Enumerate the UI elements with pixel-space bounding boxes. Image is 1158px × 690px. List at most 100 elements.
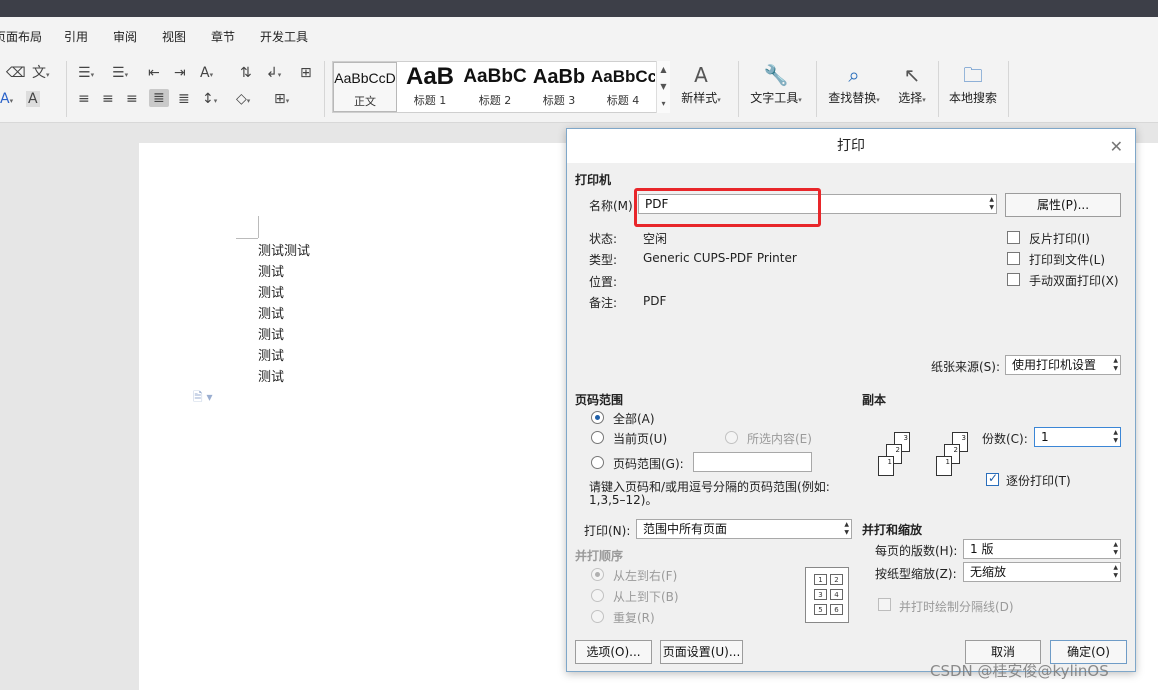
line-spacing-icon[interactable]: ↕▾: [202, 91, 217, 109]
increase-indent-icon[interactable]: ⇥: [174, 65, 186, 81]
spin-arrows-icon: ▲ ▼: [844, 521, 849, 536]
align-right-icon[interactable]: ≡: [126, 91, 138, 107]
menu-review[interactable]: 审阅: [113, 28, 137, 45]
style-heading-4[interactable]: AaBbCc 标题 4: [591, 62, 655, 112]
draw-borders-checkbox[interactable]: [878, 598, 891, 611]
char-shading-icon[interactable]: A: [26, 91, 40, 107]
ribbon-separator: [324, 61, 325, 117]
decrease-indent-icon[interactable]: ⇤: [148, 65, 160, 81]
pages-per-sheet-value: 1 版: [970, 542, 994, 556]
borders-icon[interactable]: ⊞▾: [274, 91, 289, 109]
close-icon[interactable]: ✕: [1110, 137, 1123, 156]
document-line[interactable]: 测试: [258, 324, 284, 343]
bullet-list-icon[interactable]: ☰▾: [78, 65, 94, 83]
find-replace-button[interactable]: ⌕ 查找替换▾: [824, 61, 884, 106]
style-preview: AaBbCc: [591, 67, 655, 86]
style-label: 标题 1: [413, 94, 447, 107]
document-line[interactable]: 测试: [258, 282, 284, 301]
options-button[interactable]: 选项(O)...: [575, 640, 652, 664]
watermark-text: CSDN @桂安俊@kylinOS: [930, 662, 1109, 680]
cursor-icon: ↖: [903, 63, 921, 87]
order-cell: 5: [814, 604, 827, 615]
status-value: 空闲: [643, 232, 668, 246]
magnifier-icon: ⌕: [848, 63, 860, 87]
spin-arrows-icon: ▲ ▼: [1113, 564, 1118, 579]
comment-value: PDF: [643, 294, 667, 308]
reverse-print-checkbox[interactable]: [1007, 231, 1020, 244]
copies-count-input[interactable]: 1 ▲ ▼: [1034, 427, 1121, 447]
phonetic-guide-icon[interactable]: 文▾: [32, 65, 50, 83]
folder-search-icon: 🗀: [963, 63, 983, 87]
repeat-radio[interactable]: [591, 610, 604, 623]
shading-icon[interactable]: ◇▾: [236, 91, 250, 109]
paper-source-select[interactable]: 使用打印机设置 ▲ ▼: [1005, 355, 1121, 375]
collate-checkbox[interactable]: [986, 471, 999, 486]
local-search-button[interactable]: 🗀 本地搜索: [946, 61, 1000, 106]
document-line[interactable]: 测试: [258, 366, 284, 385]
menu-page-layout[interactable]: 页面布局: [0, 28, 42, 45]
show-marks-icon[interactable]: ↲▾: [266, 65, 281, 83]
style-heading-2[interactable]: AaBbC 标题 2: [463, 62, 527, 112]
style-gallery-scroll[interactable]: ▲ ▼ ▾: [656, 61, 670, 113]
properties-button[interactable]: 属性(P)...: [1005, 193, 1121, 217]
distribute-icon[interactable]: ≣: [178, 91, 190, 107]
select-button[interactable]: ↖ 选择▾: [892, 61, 932, 106]
collate-label: 逐份打印(T): [1006, 474, 1071, 488]
page-range-input[interactable]: [693, 452, 812, 472]
status-label: 状态:: [589, 232, 618, 246]
copies-count-value: 1: [1041, 430, 1049, 444]
style-normal[interactable]: AaBbCcD 正文: [333, 62, 397, 112]
align-left-icon[interactable]: ≡: [78, 91, 90, 107]
new-style-button[interactable]: A 新样式▾: [676, 61, 726, 106]
collated-copies-icon: 1: [936, 456, 952, 476]
document-line[interactable]: 测试: [258, 303, 284, 322]
page-range-label: 页码范围(G):: [613, 457, 684, 471]
paper-source-label: 纸张来源(S):: [931, 360, 1001, 374]
page-setup-button[interactable]: 页面设置(U)...: [660, 640, 743, 664]
collate-order-section-title: 并打顺序: [575, 549, 624, 563]
order-cell: 3: [814, 589, 827, 600]
table-grid-icon[interactable]: ⊞: [300, 65, 312, 81]
paragraph-handle-icon[interactable]: 🗎 ▾: [193, 388, 213, 409]
comment-label: 备注:: [589, 296, 618, 310]
document-line[interactable]: 测试: [258, 261, 284, 280]
order-cell: 4: [830, 589, 843, 600]
justify-icon[interactable]: ≣: [149, 89, 169, 107]
menu-chapter[interactable]: 章节: [211, 28, 235, 45]
current-page-radio[interactable]: [591, 431, 604, 444]
page-range-section-title: 页码范围: [575, 393, 624, 407]
style-preview: AaBb: [532, 66, 586, 88]
pages-per-sheet-select[interactable]: 1 版 ▲ ▼: [963, 539, 1121, 559]
new-style-icon: A: [694, 63, 708, 87]
menu-developer-tools[interactable]: 开发工具: [260, 28, 308, 45]
document-line[interactable]: 测试测试: [258, 240, 310, 259]
printer-name-label: 名称(M):: [589, 199, 637, 213]
print-what-label: 打印(N):: [584, 524, 631, 538]
font-color-icon[interactable]: A▾: [0, 91, 13, 109]
eraser-icon[interactable]: ⌫: [6, 65, 26, 81]
print-what-select[interactable]: 范围中所有页面 ▲ ▼: [636, 519, 852, 539]
ribbon-separator: [66, 61, 67, 117]
sort-icon[interactable]: ⇅: [240, 65, 252, 81]
manual-duplex-checkbox[interactable]: [1007, 273, 1020, 286]
all-pages-radio[interactable]: [591, 411, 604, 424]
align-center-icon[interactable]: ≡: [102, 91, 114, 107]
style-heading-3[interactable]: AaBb 标题 3: [527, 62, 591, 112]
text-direction-icon[interactable]: A▾: [200, 65, 213, 83]
margin-corner-mark: [236, 238, 258, 239]
top-to-bottom-radio[interactable]: [591, 589, 604, 602]
style-heading-1[interactable]: AaB 标题 1: [397, 62, 463, 112]
document-line[interactable]: 测试: [258, 345, 284, 364]
copies-section-title: 副本: [862, 393, 887, 407]
scale-to-paper-label: 按纸型缩放(Z):: [875, 567, 957, 581]
text-tools-button[interactable]: 🔧 文字工具▾: [746, 61, 806, 106]
menu-view[interactable]: 视图: [162, 28, 186, 45]
page-range-radio[interactable]: [591, 456, 604, 469]
left-to-right-radio[interactable]: [591, 568, 604, 581]
selection-radio[interactable]: [725, 431, 738, 444]
style-label: 标题 3: [542, 94, 576, 107]
print-to-file-checkbox[interactable]: [1007, 252, 1020, 265]
numbered-list-icon[interactable]: ☰▾: [112, 65, 128, 83]
menu-references[interactable]: 引用: [64, 28, 88, 45]
scale-to-paper-select[interactable]: 无缩放 ▲ ▼: [963, 562, 1121, 582]
